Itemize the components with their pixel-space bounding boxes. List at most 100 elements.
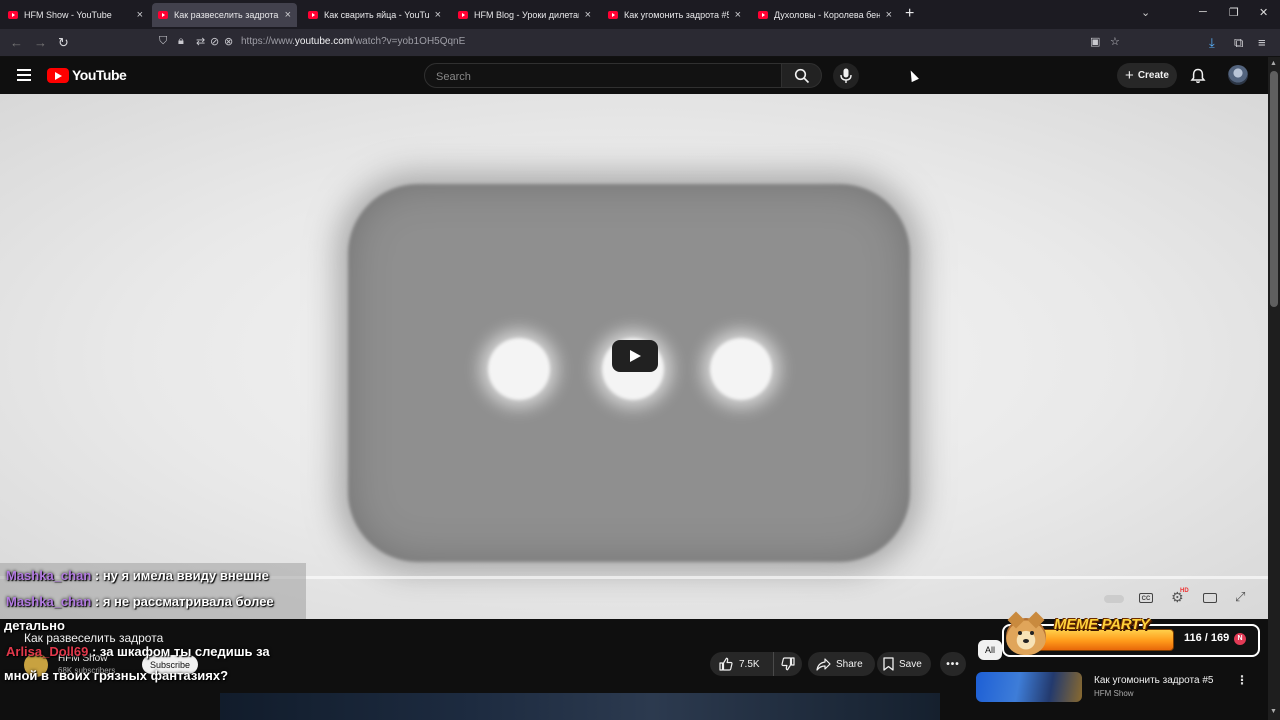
scroll-up-icon[interactable]: ▲ <box>1270 60 1277 67</box>
url-prefix: https://www. <box>241 36 295 47</box>
fullscreen-icon[interactable]: ⤢ <box>1235 589 1245 605</box>
youtube-favicon-icon <box>758 11 768 19</box>
voice-search-button[interactable] <box>833 63 859 89</box>
meme-party-title: MEME PARTY <box>1054 616 1150 633</box>
browser-tab[interactable]: Как сварить яйца - YouTube × <box>302 3 447 27</box>
thumbnail-dot <box>488 338 550 400</box>
meme-party-widget: MEME PARTY 116 / 169 N <box>1002 616 1260 657</box>
youtube-favicon-icon <box>458 11 468 19</box>
chat-text: : ну я имела ввиду внешне <box>91 568 269 583</box>
recommended-video-menu-icon[interactable]: ⋮ <box>1236 673 1248 687</box>
tab-title: HFM Show - YouTube <box>24 10 112 20</box>
scroll-down-icon[interactable]: ▼ <box>1270 708 1277 715</box>
youtube-logo[interactable]: YouTube <box>47 67 127 83</box>
guide-menu-icon[interactable] <box>17 69 31 81</box>
next-video-preview-image <box>220 693 940 720</box>
close-tab-icon[interactable]: × <box>735 9 741 21</box>
tab-title: Как сварить яйца - YouTube <box>324 10 429 20</box>
share-arrow-icon <box>816 657 831 671</box>
chat-nickname: Arlisa_Doll69 <box>6 644 89 659</box>
thumbs-down-icon <box>781 657 795 671</box>
browser-nav-bar: ← → ↻ ⛉ 🔒︎ ⇄ ⊘ ⊗ https://www.youtube.com… <box>0 29 1280 57</box>
video-thumbnail-image <box>348 184 910 562</box>
url-text[interactable]: https://www.youtube.com/watch?v=yob1OH5Q… <box>241 36 465 47</box>
lock-icon[interactable]: 🔒︎ <box>178 35 184 48</box>
picture-in-picture-icon[interactable]: ▣ <box>1090 35 1100 48</box>
close-tab-icon[interactable]: × <box>137 9 143 21</box>
forward-arrow-icon[interactable]: → <box>34 35 47 50</box>
close-tab-icon[interactable]: × <box>585 9 591 21</box>
youtube-masthead: YouTube + Create <box>0 57 1268 94</box>
autoplay-toggle[interactable] <box>1104 595 1124 603</box>
downloads-icon[interactable]: ⤓ <box>1209 35 1215 51</box>
miniplayer-icon[interactable] <box>1203 593 1217 603</box>
bookmark-star-icon[interactable]: ☆ <box>1110 35 1120 48</box>
browser-tab[interactable]: HFM Show - YouTube × <box>2 3 149 27</box>
close-window-icon[interactable]: ✕ <box>1259 6 1268 19</box>
plus-icon: + <box>1125 67 1134 84</box>
search-icon <box>794 68 810 84</box>
minimize-window-icon[interactable]: ─ <box>1199 6 1207 18</box>
create-button[interactable]: + Create <box>1117 63 1177 88</box>
like-button[interactable]: 7.5K <box>710 652 774 676</box>
meme-party-badge: N <box>1234 633 1246 645</box>
restore-window-icon[interactable]: ❐ <box>1229 6 1239 19</box>
url-domain: youtube.com <box>294 36 353 47</box>
back-arrow-icon[interactable]: ← <box>10 35 23 50</box>
browser-tab[interactable]: HFM Blog - Уроки дилетанта с × <box>452 3 597 27</box>
tab-title: Духоловы - Королева бензоколонки <box>774 10 880 20</box>
like-count: 7.5K <box>739 658 760 670</box>
new-tab-button[interactable]: + <box>905 5 914 23</box>
youtube-logo-text: YouTube <box>72 67 127 83</box>
shield-icon[interactable]: ⛉ <box>159 35 167 48</box>
reload-icon[interactable]: ↻ <box>58 35 69 51</box>
tab-title: Как угомонить задрота #5 - YouTube <box>624 10 729 20</box>
notifications-bell-icon[interactable] <box>1190 68 1206 84</box>
browser-tab[interactable]: Духоловы - Королева бензоколонки × <box>752 3 898 27</box>
url-path: /watch?v=yob1OH5QqnE <box>352 36 466 47</box>
share-button[interactable]: Share <box>808 652 875 676</box>
video-player[interactable]: CC ⚙ HD ⤢ <box>0 94 1268 619</box>
close-tab-icon[interactable]: × <box>435 9 441 21</box>
chat-message: Mashka_chan : я не рассматривала более <box>6 590 274 613</box>
page-scrollbar[interactable]: ▲ ▼ <box>1268 57 1280 720</box>
filter-chip-all[interactable]: All <box>978 640 1002 660</box>
close-tab-icon[interactable]: × <box>886 9 892 21</box>
microphone-icon <box>840 68 852 83</box>
doge-eye <box>1018 631 1022 635</box>
doge-eye <box>1030 631 1034 635</box>
save-label: Save <box>899 658 922 670</box>
chat-message: мной в твоих грязных фантазиях? <box>4 664 228 687</box>
tracking-icon[interactable]: ⊗ <box>224 35 233 48</box>
blocked-autoplay-icon[interactable]: ⊘ <box>210 35 219 48</box>
recommended-video-title[interactable]: Как угомонить задрота #5 <box>1094 675 1213 686</box>
browser-tab[interactable]: Как угомонить задрота #5 - YouTube × <box>602 3 747 27</box>
youtube-favicon-icon <box>308 11 318 19</box>
list-all-tabs-icon[interactable]: ⌄ <box>1141 6 1150 19</box>
tab-title: Как развеселить задрота - YouTube <box>174 10 279 20</box>
close-tab-icon[interactable]: × <box>285 9 291 21</box>
account-avatar[interactable] <box>1228 65 1248 85</box>
recommended-video-thumbnail[interactable] <box>976 672 1082 702</box>
doge-nose <box>1023 639 1029 643</box>
captions-icon[interactable]: CC <box>1139 593 1153 603</box>
app-menu-icon[interactable]: ≡ <box>1258 35 1266 50</box>
search-button[interactable] <box>781 63 822 88</box>
tab-title: HFM Blog - Уроки дилетанта с <box>474 10 579 20</box>
share-label: Share <box>836 658 863 670</box>
scrollbar-thumb[interactable] <box>1270 71 1278 307</box>
bookmark-icon <box>883 657 894 671</box>
hd-badge: HD <box>1180 588 1189 594</box>
dislike-button[interactable] <box>774 652 802 676</box>
large-play-button[interactable] <box>612 340 658 372</box>
browser-tab-active[interactable]: Как развеселить задрота - YouTube × <box>152 3 297 27</box>
search-input[interactable] <box>434 68 768 86</box>
url-bar[interactable]: ⛉ 🔒︎ ⇄ ⊘ ⊗ https://www.youtube.com/watch… <box>150 31 1130 54</box>
chat-nickname: Mashka_chan <box>6 568 92 583</box>
recommended-video-channel[interactable]: HFM Show <box>1094 689 1134 698</box>
extensions-icon[interactable]: ⧉ <box>1234 35 1243 51</box>
save-button[interactable]: Save <box>877 652 931 676</box>
more-actions-button[interactable]: ••• <box>940 652 966 676</box>
permissions-icon[interactable]: ⇄ <box>196 35 205 48</box>
create-label: Create <box>1137 70 1169 81</box>
